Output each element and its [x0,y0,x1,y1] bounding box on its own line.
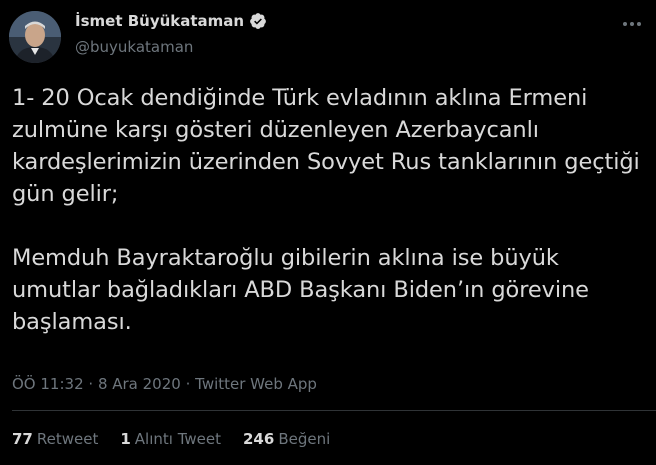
quote-stat[interactable]: 1 Alıntı Tweet [120,430,221,448]
avatar[interactable] [9,11,61,63]
tweet-source[interactable]: Twitter Web App [195,375,317,393]
retweet-label: Retweet [36,430,99,448]
tweet-text: 1- 20 Ocak dendiğinde Türk evladının akl… [12,85,640,335]
like-count: 246 [243,430,275,448]
meta-separator: · [185,375,196,393]
verified-badge-icon [249,12,267,30]
like-label: Beğeni [278,430,331,448]
like-stat[interactable]: 246 Beğeni [243,430,330,448]
tweet-card: İsmet Büyükataman @buyukataman 1- 20 Oca… [0,0,656,465]
avatar-image [9,11,61,63]
tweet-meta: ÖÖ 11:32 · 8 Ara 2020 · Twitter Web App [12,375,317,393]
divider [12,410,656,411]
tweet-time[interactable]: ÖÖ 11:32 [12,375,84,393]
tweet-stats: 77 Retweet 1 Alıntı Tweet 246 Beğeni [12,430,330,448]
meta-separator: · [88,375,98,393]
retweet-stat[interactable]: 77 Retweet [12,430,98,448]
display-name[interactable]: İsmet Büyükataman [75,12,244,30]
handle[interactable]: @buyukataman [75,38,193,56]
author-name-row: İsmet Büyükataman [75,12,267,30]
retweet-count: 77 [12,430,33,448]
quote-count: 1 [120,430,131,448]
tweet-date[interactable]: 8 Ara 2020 [98,375,181,393]
quote-label: Alıntı Tweet [134,430,221,448]
more-options-icon[interactable] [618,12,646,36]
